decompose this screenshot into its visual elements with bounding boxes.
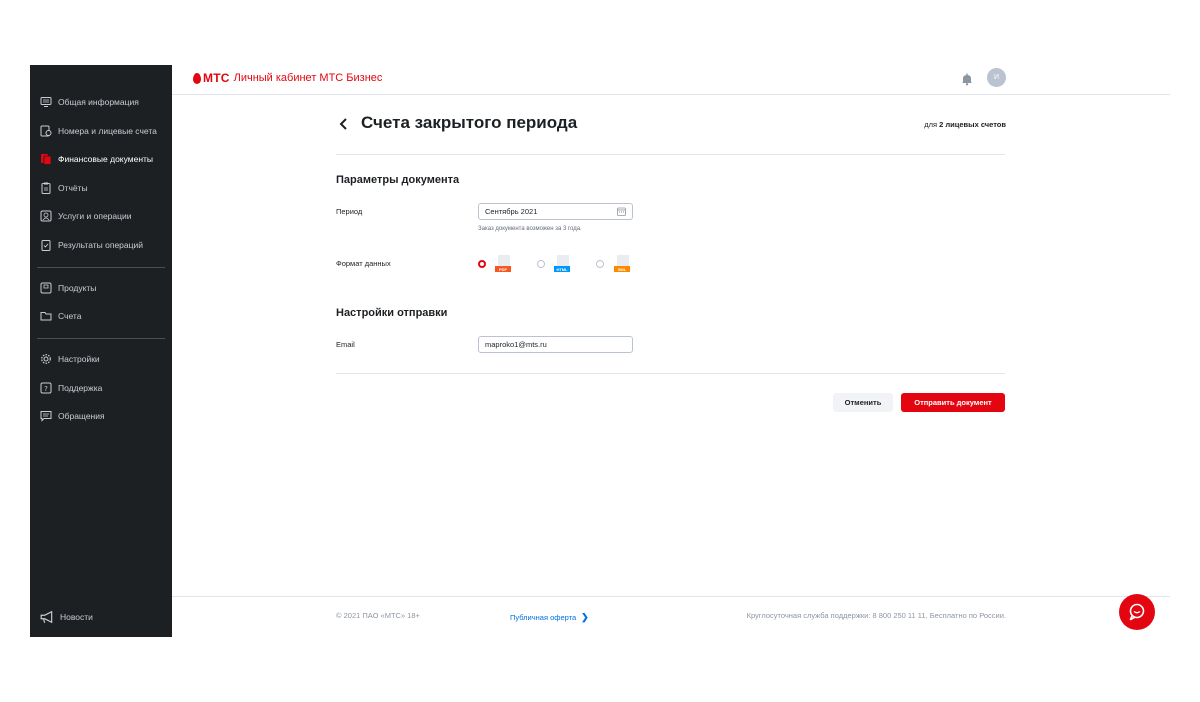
gear-icon: [41, 354, 51, 364]
sidebar-item-label: Общая информация: [58, 97, 139, 107]
sidebar-item-settings[interactable]: Настройки: [40, 349, 100, 369]
finance-docs-icon: [41, 154, 52, 165]
format-radio-pdf[interactable]: [478, 260, 486, 268]
folder-icon: [40, 312, 52, 321]
email-value: maproko1@mts.ru: [485, 340, 547, 349]
send-document-button[interactable]: Отправить документ: [901, 393, 1005, 412]
sidebar-item-requests[interactable]: Обращения: [40, 406, 105, 426]
sidebar-item-reports[interactable]: Отчёты: [40, 178, 88, 198]
chevron-right-icon: ❯: [581, 612, 589, 622]
format-radio-html[interactable]: [537, 260, 545, 268]
megaphone-icon: [40, 610, 53, 624]
phone-doc-icon: [40, 125, 52, 137]
sidebar-item-label: Отчёты: [58, 183, 88, 193]
back-arrow-icon[interactable]: [336, 115, 352, 133]
bell-icon[interactable]: [960, 72, 974, 86]
email-label: Email: [336, 340, 355, 349]
pdf-file-icon: PDF: [495, 255, 511, 273]
sidebar-item-label: Продукты: [58, 283, 97, 293]
accounts-count: для 2 лицевых счетов: [924, 120, 1006, 129]
divider: [336, 154, 1005, 155]
sidebar-item-label: Обращения: [58, 411, 105, 421]
sidebar-item-operation-results[interactable]: Результаты операций: [40, 235, 143, 255]
sidebar-item-label: Поддержка: [58, 383, 103, 393]
page-header: Счета закрытого периода для 2 лицевых сч…: [336, 113, 1006, 137]
sidebar-item-numbers-accounts[interactable]: Номера и лицевые счета: [40, 121, 157, 141]
period-label: Период: [336, 207, 363, 216]
cancel-button[interactable]: Отменить: [833, 393, 893, 412]
logo-subtitle: Личный кабинет МТС Бизнес: [233, 72, 383, 84]
checklist-icon: [41, 240, 51, 251]
avatar-initial: И: [993, 74, 1000, 81]
format-label: Формат данных: [336, 259, 391, 268]
sidebar-item-general-info[interactable]: Общая информация: [40, 92, 139, 112]
xml-file-icon: XML: [614, 255, 630, 273]
help-icon: ?: [40, 382, 52, 394]
logo-brand: МТС: [203, 71, 230, 85]
sidebar-item-services[interactable]: Услуги и операции: [40, 206, 132, 226]
support-info: Круглосуточная служба поддержки: 8 800 2…: [746, 611, 1006, 620]
footer-divider: [172, 596, 1170, 597]
sidebar-item-label: Новости: [60, 612, 93, 622]
period-field[interactable]: Сентябрь 2021: [478, 203, 633, 220]
sidebar-item-label: Финансовые документы: [58, 154, 154, 164]
email-field[interactable]: maproko1@mts.ru: [478, 336, 633, 353]
accounts-count-value: 2 лицевых счетов: [939, 120, 1006, 129]
monitor-icon: [40, 97, 52, 107]
sidebar: Общая информация Номера и лицевые счета …: [30, 65, 172, 637]
mts-egg-icon: [193, 72, 201, 84]
period-value: Сентябрь 2021: [485, 207, 538, 216]
page-title: Счета закрытого периода: [361, 113, 578, 132]
html-file-icon: HTML: [554, 255, 570, 273]
support-chat-button[interactable]: [1119, 594, 1155, 630]
sidebar-item-label: Настройки: [58, 354, 100, 364]
section-title-send-settings: Настройки отправки: [336, 307, 448, 319]
public-offer-link[interactable]: Публичная оферта ❯: [510, 612, 589, 623]
html-tag: HTML: [554, 266, 570, 272]
sidebar-item-label: Результаты операций: [58, 240, 144, 250]
sidebar-item-label: Услуги и операции: [58, 211, 132, 221]
public-offer-label: Публичная оферта: [510, 613, 577, 622]
period-hint: Заказ документа возможен за 3 года.: [478, 226, 582, 232]
divider: [336, 373, 1005, 374]
section-title-doc-params: Параметры документа: [336, 174, 460, 186]
chat-bubble-icon: [1129, 603, 1145, 621]
sidebar-item-label: Счета: [58, 311, 82, 321]
sidebar-divider: [37, 267, 165, 268]
xml-tag: XML: [614, 266, 630, 272]
svg-text:?: ?: [44, 385, 48, 393]
sidebar-divider: [37, 338, 165, 339]
sidebar-item-label: Номера и лицевые счета: [58, 126, 157, 136]
sidebar-item-products[interactable]: Продукты: [40, 278, 96, 298]
report-icon: [41, 182, 51, 194]
format-radio-xml[interactable]: [596, 260, 604, 268]
app-frame: Общая информация Номера и лицевые счета …: [30, 65, 1170, 637]
chat-icon: [40, 411, 52, 422]
mts-logo[interactable]: МТС Личный кабинет МТС Бизнес: [193, 71, 382, 85]
calendar-icon[interactable]: [617, 207, 626, 216]
sidebar-item-news[interactable]: Новости: [40, 607, 93, 627]
copyright: © 2021 ПАО «МТС» 18+: [336, 611, 420, 620]
services-icon: [40, 210, 52, 222]
accounts-prefix: для: [924, 120, 938, 129]
products-icon: [40, 282, 52, 294]
avatar[interactable]: И: [987, 68, 1006, 87]
sidebar-item-finance-docs[interactable]: Финансовые документы: [40, 149, 153, 169]
sidebar-item-support[interactable]: ? Поддержка: [40, 378, 102, 398]
pdf-tag: PDF: [495, 266, 511, 272]
sidebar-item-bills[interactable]: Счета: [40, 306, 81, 326]
